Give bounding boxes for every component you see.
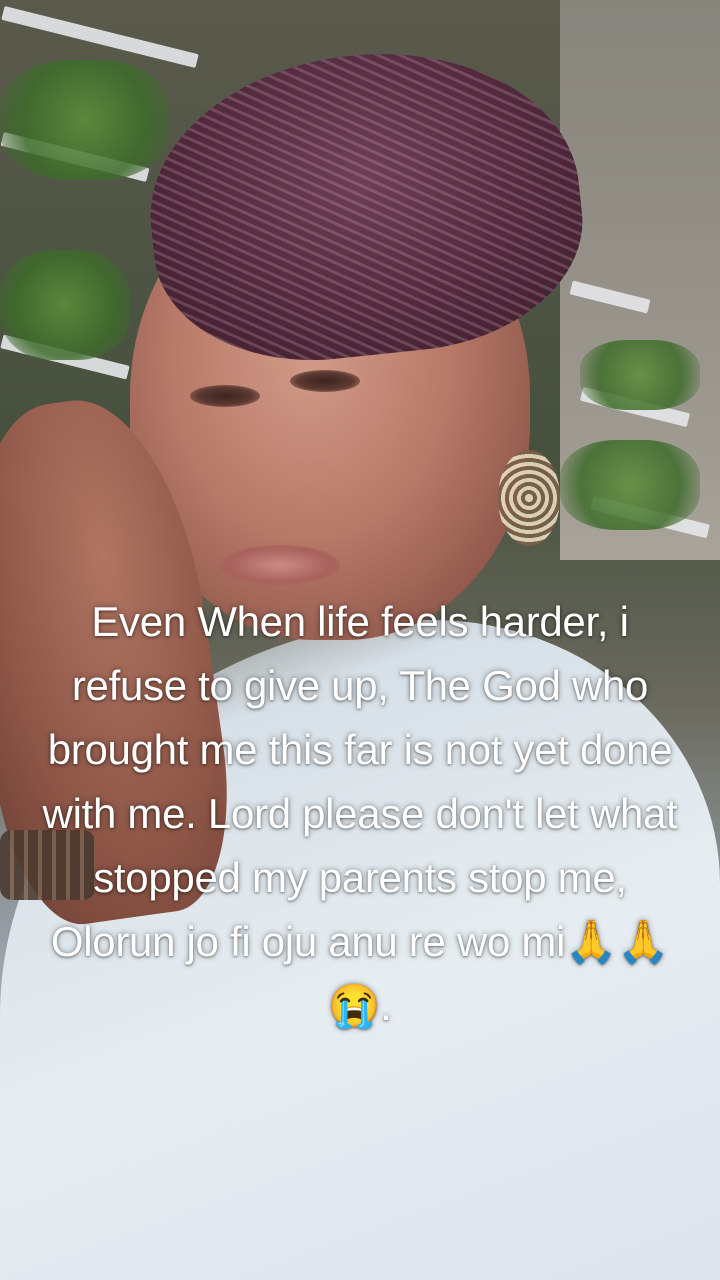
left-eye xyxy=(190,385,260,407)
plant-decoration xyxy=(580,340,700,410)
plant-decoration xyxy=(0,60,170,180)
earring xyxy=(498,450,560,546)
headwrap xyxy=(135,33,595,377)
plant-decoration xyxy=(560,440,700,530)
caption-text: Even When life feels harder, i refuse to… xyxy=(42,598,678,1029)
lips xyxy=(220,545,340,585)
wall-shelf xyxy=(1,6,199,68)
right-eye xyxy=(290,370,360,392)
plant-decoration xyxy=(0,250,130,360)
